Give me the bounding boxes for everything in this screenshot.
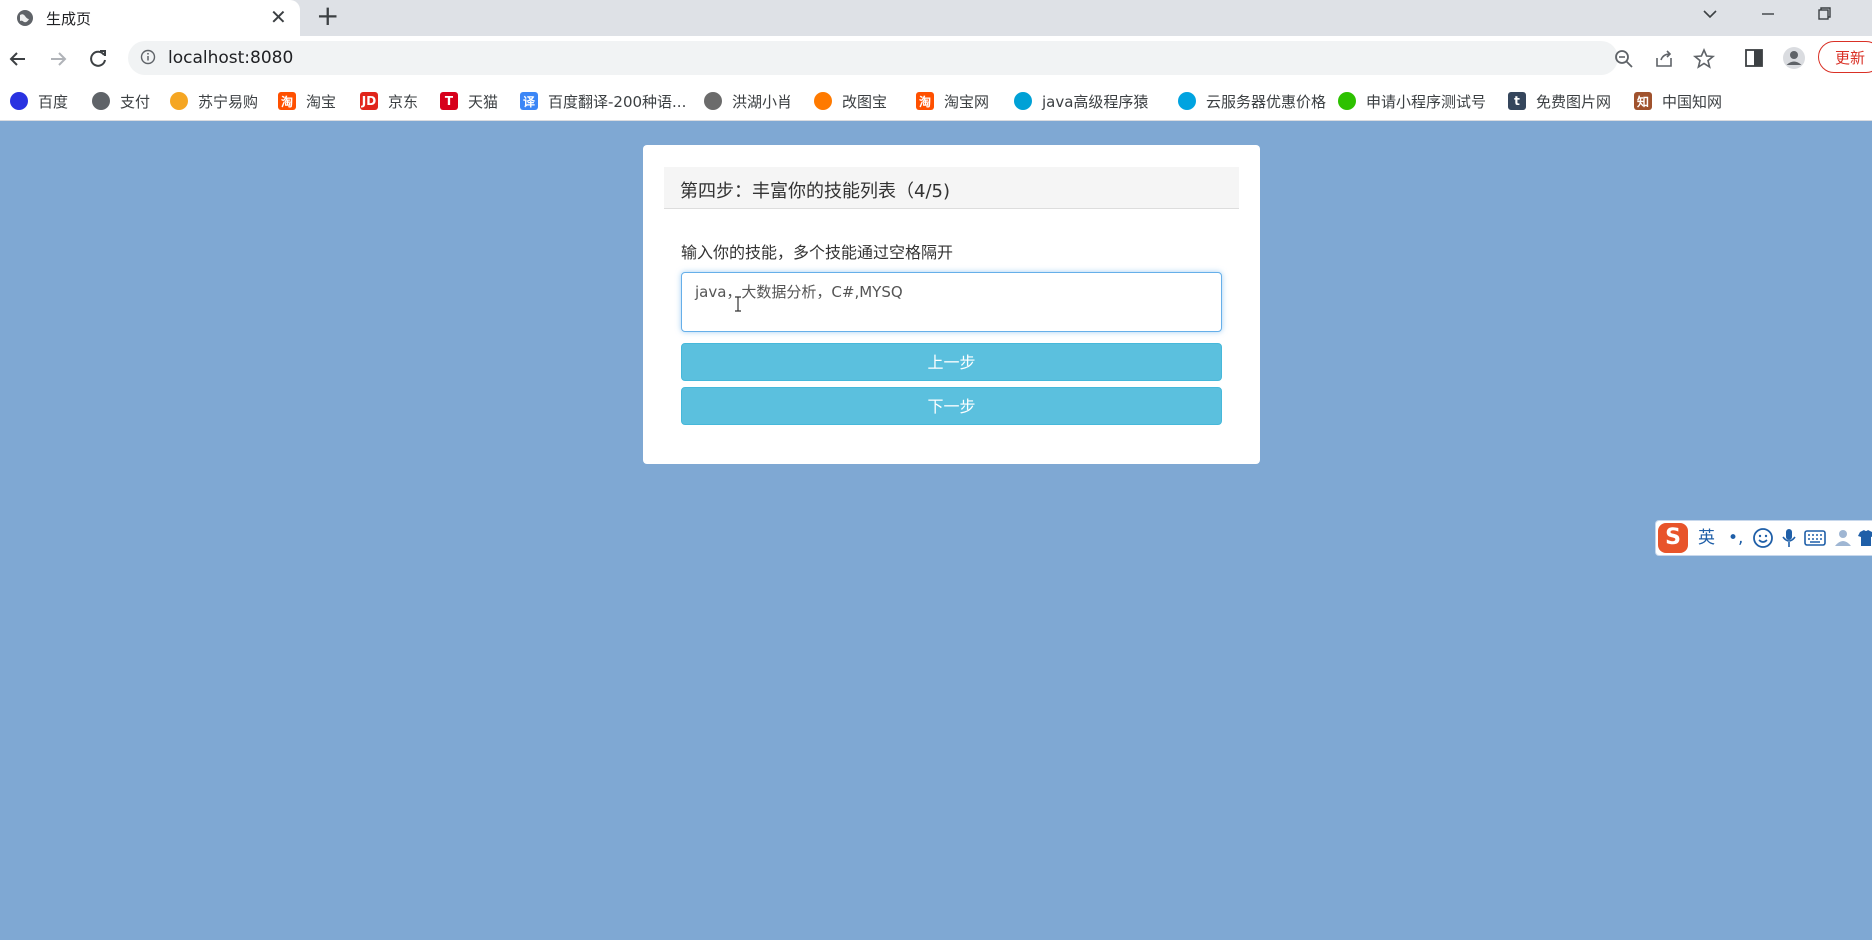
jd-icon: JD: [360, 92, 378, 110]
sogou-logo-icon[interactable]: S: [1658, 523, 1688, 553]
bookmark-label: 百度翻译-200种语...: [548, 92, 687, 111]
bookmark-label: 京东: [388, 92, 419, 111]
globe-icon: [92, 92, 110, 110]
taobao-icon: 淘: [278, 92, 296, 110]
bookmark-item[interactable]: 支付: [92, 88, 150, 114]
bookmark-item[interactable]: JD 京东: [360, 88, 418, 114]
bookmark-item[interactable]: 译百度翻译-200种语...: [520, 88, 686, 114]
ime-mode-toggle[interactable]: 英: [1698, 527, 1715, 549]
cloud-icon: [1178, 92, 1196, 110]
bookmark-label: 支付: [120, 92, 151, 111]
tmall-icon: T: [440, 92, 458, 110]
cnki-icon: 知: [1634, 92, 1652, 110]
bookmark-label: 云服务器优惠价格: [1206, 92, 1327, 111]
bookmark-item[interactable]: 云服务器优惠价格: [1178, 88, 1326, 114]
close-tab-icon[interactable]: ✕: [270, 5, 287, 29]
bookmark-label: 百度: [38, 92, 69, 111]
emoji-icon[interactable]: [1752, 527, 1774, 549]
site-info-icon[interactable]: [140, 49, 156, 65]
tshirt-icon[interactable]: [1858, 528, 1872, 548]
back-arrow-icon[interactable]: [4, 45, 32, 73]
zoom-icon[interactable]: [1612, 47, 1636, 71]
globe-icon: [17, 10, 33, 26]
taobao-icon: 淘: [916, 92, 934, 110]
bookmark-label: 申请小程序测试号: [1366, 92, 1487, 111]
update-button[interactable]: 更新: [1818, 41, 1872, 73]
page-title: 第四步：丰富你的技能列表（4/5): [680, 181, 950, 202]
tumblr-icon: t: [1508, 92, 1526, 110]
gaitubao-icon: [814, 92, 832, 110]
wechat-icon: [1338, 92, 1356, 110]
prev-step-button[interactable]: 上一步: [681, 343, 1222, 381]
browser-tab[interactable]: 生成页 ✕: [0, 0, 300, 36]
bookmark-item[interactable]: 淘淘宝网: [916, 88, 989, 114]
bookmark-item[interactable]: 淘淘宝: [278, 88, 336, 114]
restore-icon[interactable]: [1812, 0, 1836, 28]
bookmark-label: 免费图片网: [1536, 92, 1612, 111]
forward-arrow-icon[interactable]: [44, 45, 72, 73]
bookmark-item[interactable]: 知中国知网: [1634, 88, 1722, 114]
card-header: 第四步：丰富你的技能列表（4/5): [664, 167, 1239, 209]
bookmark-label: 苏宁易购: [198, 92, 259, 111]
bookmark-item[interactable]: 苏宁易购: [170, 88, 258, 114]
reload-icon[interactable]: [84, 45, 112, 73]
bookmark-label: 天猫: [468, 92, 499, 111]
bookmark-label: java高级程序猿: [1042, 92, 1149, 111]
address-bar[interactable]: localhost:8080: [128, 41, 1716, 75]
side-panel-icon[interactable]: [1742, 46, 1766, 70]
bookmark-item[interactable]: 改图宝: [814, 88, 887, 114]
baidu-paw-icon: [10, 92, 28, 110]
url-text[interactable]: localhost:8080: [168, 48, 293, 68]
bookmark-item[interactable]: 百度: [10, 88, 68, 114]
skills-label: 输入你的技能，多个技能通过空格隔开: [681, 243, 954, 262]
text-cursor-icon: [735, 296, 741, 312]
share-icon[interactable]: [1652, 47, 1676, 71]
bookmark-label: 洪湖小肖: [732, 92, 793, 111]
profile-avatar-icon[interactable]: [1782, 46, 1806, 70]
translate-icon: 译: [520, 92, 538, 110]
microphone-icon[interactable]: [1780, 527, 1798, 549]
bookmark-label: 中国知网: [1662, 92, 1723, 111]
skills-input[interactable]: [681, 272, 1222, 332]
tab-search-chevron-icon[interactable]: [1698, 0, 1722, 28]
bookmark-label: 淘宝网: [944, 92, 990, 111]
keyboard-icon[interactable]: [1804, 528, 1826, 548]
bookmark-item[interactable]: T 天猫: [440, 88, 498, 114]
bilibili-icon: [1014, 92, 1032, 110]
ime-toolbar[interactable]: S 英 •,: [1655, 520, 1872, 556]
bookmark-item[interactable]: t 免费图片网: [1508, 88, 1611, 114]
tab-title: 生成页: [46, 10, 92, 28]
minimize-icon[interactable]: [1756, 0, 1780, 28]
tab-strip: 生成页 ✕ +: [0, 0, 1872, 36]
bookmark-label: 改图宝: [842, 92, 888, 111]
user-skin-icon[interactable]: [1832, 528, 1854, 548]
bookmark-item[interactable]: 申请小程序测试号: [1338, 88, 1486, 114]
bird-icon: [704, 92, 722, 110]
bookmark-label: 淘宝: [306, 92, 337, 111]
bookmark-item[interactable]: java高级程序猿: [1014, 88, 1148, 114]
bookmark-item[interactable]: 洪湖小肖: [704, 88, 792, 114]
bookmark-star-icon[interactable]: [1692, 47, 1716, 71]
suning-lion-icon: [170, 92, 188, 110]
new-tab-button[interactable]: +: [316, 1, 339, 31]
browser-toolbar: localhost:8080 更新: [0, 36, 1872, 82]
bookmarks-bar: 百度 支付 苏宁易购淘淘宝 JD 京东 T 天猫译百度翻译-200种语... 洪湖小肖 改图宝淘…: [0, 82, 1872, 121]
punctuation-toggle[interactable]: •,: [1728, 527, 1743, 549]
next-step-button[interactable]: 下一步: [681, 387, 1222, 425]
